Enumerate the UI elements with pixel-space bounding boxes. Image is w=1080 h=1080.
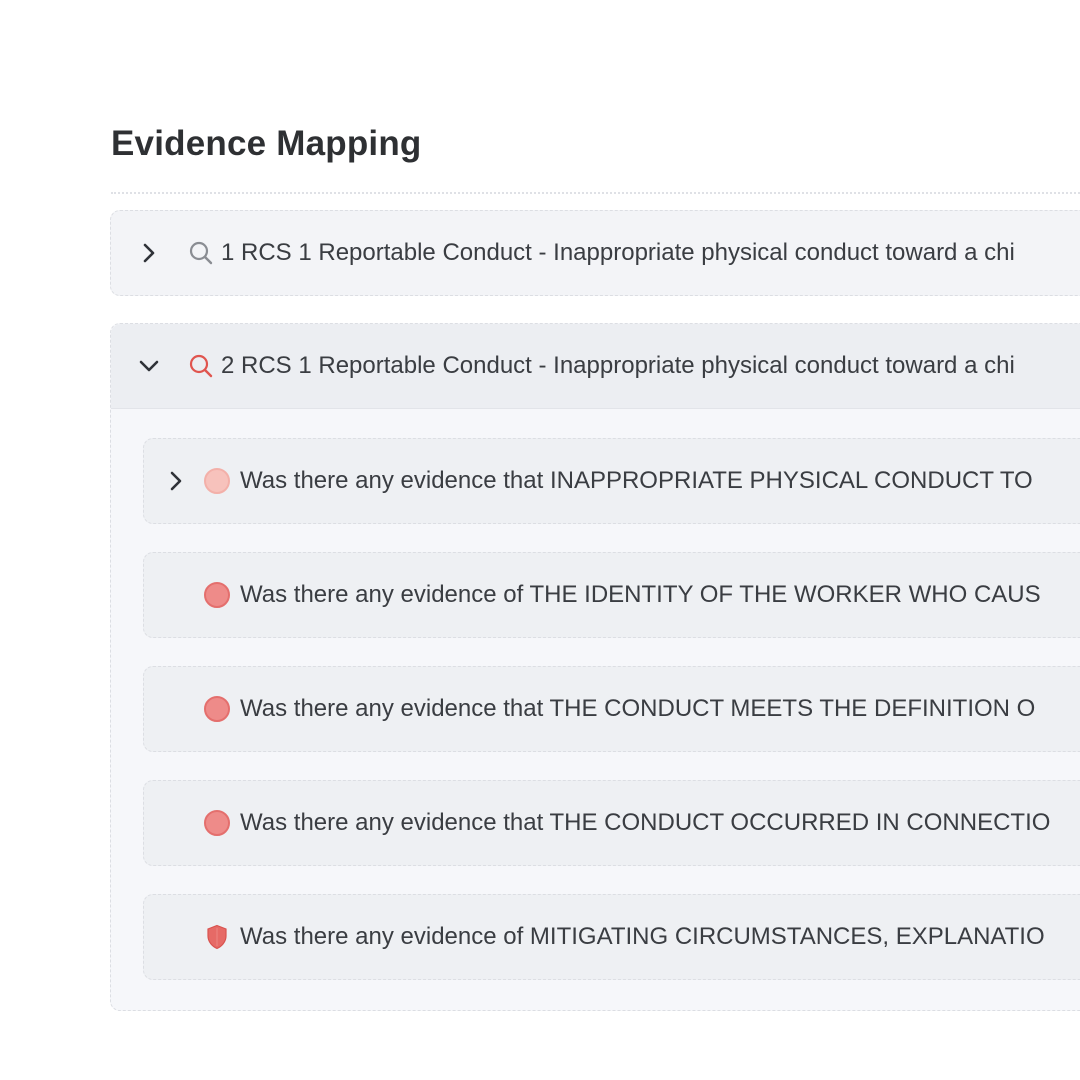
status-indicator bbox=[202, 924, 232, 950]
status-indicator bbox=[202, 582, 232, 608]
status-dot-icon bbox=[204, 468, 230, 494]
evidence-question-row[interactable]: Was there any evidence that THE CONDUCT … bbox=[143, 666, 1080, 752]
status-indicator bbox=[202, 810, 232, 836]
evidence-item-header[interactable]: 1 RCS 1 Reportable Conduct - Inappropria… bbox=[111, 211, 1080, 295]
title-divider bbox=[111, 192, 1080, 194]
evidence-question-label: Was there any evidence that THE CONDUCT … bbox=[240, 695, 1036, 722]
evidence-question-row[interactable]: Was there any evidence that THE CONDUCT … bbox=[143, 780, 1080, 866]
evidence-question-label: Was there any evidence of MITIGATING CIR… bbox=[240, 923, 1045, 950]
evidence-item-label: 2 RCS 1 Reportable Conduct - Inappropria… bbox=[221, 352, 1015, 379]
evidence-question-row[interactable]: Was there any evidence of THE IDENTITY O… bbox=[143, 552, 1080, 638]
chevron-right-icon[interactable] bbox=[131, 235, 167, 271]
search-icon bbox=[187, 239, 215, 267]
chevron-down-icon[interactable] bbox=[131, 348, 167, 384]
evidence-question-label: Was there any evidence of THE IDENTITY O… bbox=[240, 581, 1041, 608]
shield-icon bbox=[207, 924, 227, 950]
search-icon bbox=[187, 352, 215, 380]
status-dot-icon bbox=[204, 810, 230, 836]
chevron-right-icon[interactable] bbox=[158, 463, 194, 499]
status-dot-icon bbox=[204, 582, 230, 608]
evidence-mapping-page: Evidence Mapping 1 RCS 1 Reportable Cond… bbox=[0, 0, 1080, 1080]
evidence-item-label: 1 RCS 1 Reportable Conduct - Inappropria… bbox=[221, 239, 1015, 266]
evidence-question-label: Was there any evidence that INAPPROPRIAT… bbox=[240, 467, 1033, 494]
evidence-item-header[interactable]: 2 RCS 1 Reportable Conduct - Inappropria… bbox=[111, 324, 1080, 409]
section-title: Evidence Mapping bbox=[111, 124, 422, 163]
evidence-item-2[interactable]: 2 RCS 1 Reportable Conduct - Inappropria… bbox=[110, 323, 1080, 1011]
evidence-question-row[interactable]: Was there any evidence that INAPPROPRIAT… bbox=[143, 438, 1080, 524]
status-indicator bbox=[202, 696, 232, 722]
evidence-item-1[interactable]: 1 RCS 1 Reportable Conduct - Inappropria… bbox=[110, 210, 1080, 296]
evidence-question-row[interactable]: Was there any evidence of MITIGATING CIR… bbox=[143, 894, 1080, 980]
evidence-question-label: Was there any evidence that THE CONDUCT … bbox=[240, 809, 1051, 836]
status-dot-icon bbox=[204, 696, 230, 722]
status-indicator bbox=[202, 468, 232, 494]
